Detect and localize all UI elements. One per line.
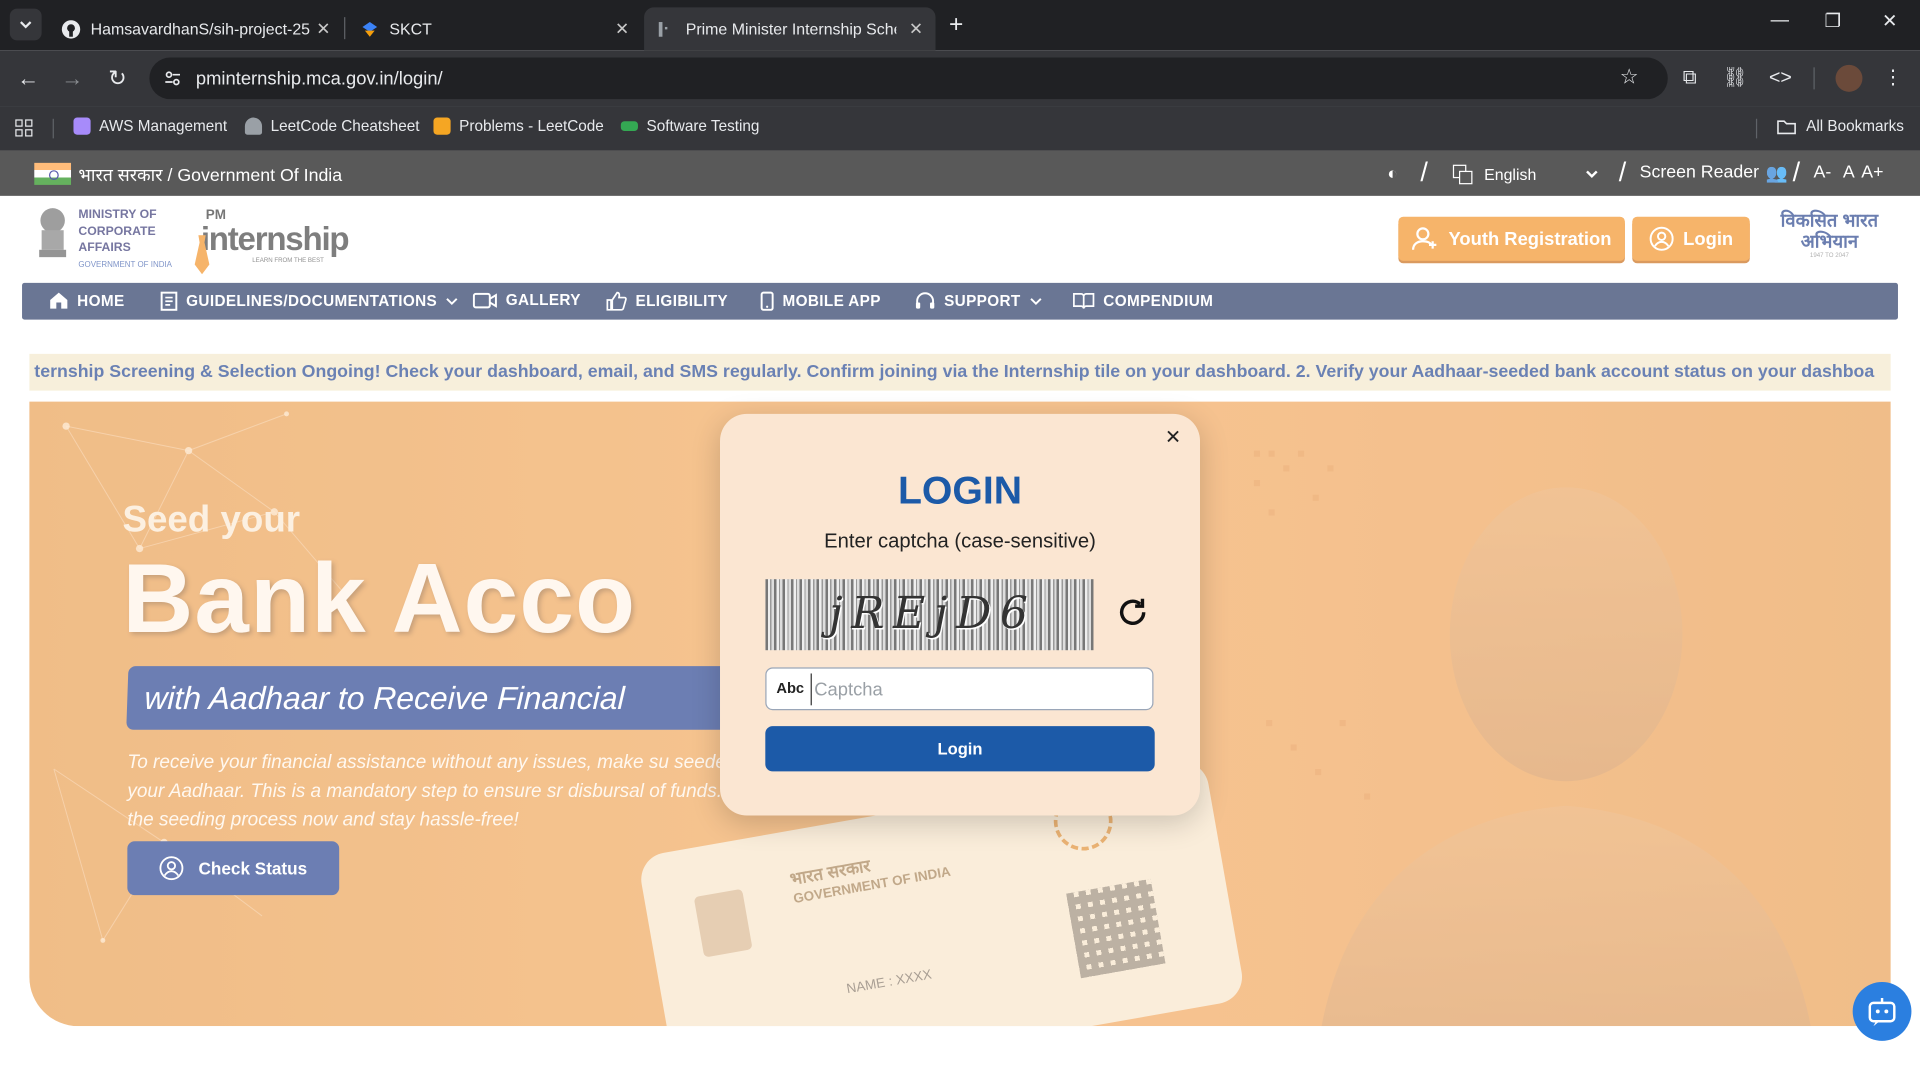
chatbot-button[interactable]: [1852, 982, 1912, 1041]
person-icon: [244, 117, 263, 135]
refresh-captcha-icon[interactable]: [1116, 595, 1150, 629]
more-menu-icon[interactable]: ⋮: [1880, 65, 1907, 92]
all-bookmarks-label: All Bookmarks: [1806, 117, 1904, 135]
restore-icon[interactable]: ❐: [1825, 10, 1841, 32]
tab-title: SKCT: [389, 19, 432, 38]
bookmark-label: AWS Management: [99, 117, 228, 135]
apps-grid-icon[interactable]: [15, 119, 33, 137]
tab-title: HamsavardhanS/sih-project-25: [90, 19, 311, 38]
browser-toolbar: ← → ↻ pminternship.mca.gov.in/login/ ☆ ⧉…: [0, 50, 1920, 107]
captcha-field-prefix: Abc: [776, 679, 805, 697]
chevron-down-icon: [20, 21, 32, 29]
folder-icon: [1777, 119, 1796, 134]
bookmarks-divider: [1755, 118, 1758, 139]
all-bookmarks[interactable]: All Bookmarks: [1777, 118, 1904, 135]
window-close-icon[interactable]: ✕: [1882, 10, 1897, 32]
site-settings-icon[interactable]: [164, 70, 181, 87]
reload-icon[interactable]: ↻: [104, 65, 131, 92]
browser-tab-strip: HamsavardhanS/sih-project-25 ✕ SKCT ✕ Pr…: [0, 0, 1920, 51]
bookmark-star-icon[interactable]: ☆: [1620, 65, 1639, 89]
modal-title: LOGIN: [897, 467, 1023, 512]
new-tab-plus-icon[interactable]: +: [949, 11, 963, 39]
tab-close-icon[interactable]: ✕: [909, 18, 923, 39]
bookmark-leetcode-cheatsheet[interactable]: LeetCode Cheatsheet: [244, 117, 420, 135]
chatbot-icon: [1868, 997, 1896, 1027]
toolbar-divider: [1813, 67, 1815, 90]
code-icon[interactable]: <>: [1767, 65, 1794, 92]
bookmark-label: Software Testing: [646, 117, 760, 135]
bookmark-label: Problems - LeetCode: [459, 117, 604, 135]
bookmark-software-testing[interactable]: Software Testing: [620, 117, 760, 135]
close-icon[interactable]: ✕: [1163, 428, 1183, 449]
login-modal: ✕ LOGIN Enter captcha (case-sensitive) j…: [720, 413, 1201, 816]
tab-skct[interactable]: SKCT ✕: [348, 7, 642, 50]
captcha-image: jREjD6: [765, 579, 1094, 651]
modal-login-label: Login: [937, 739, 983, 758]
tab-github[interactable]: HamsavardhanS/sih-project-25 ✕: [49, 7, 343, 50]
github-icon: [61, 19, 81, 38]
skct-favicon-icon: [362, 21, 378, 37]
infinity-icon: [620, 121, 638, 132]
cube-icon: [73, 117, 91, 135]
modal-login-button[interactable]: Login: [765, 726, 1155, 772]
captcha-input[interactable]: [810, 673, 1142, 706]
captcha-text: jREjD6: [828, 588, 1037, 640]
forward-arrow-icon[interactable]: →: [59, 65, 86, 92]
minimize-icon[interactable]: —: [1771, 10, 1789, 31]
captcha-field: Abc: [765, 667, 1154, 711]
link-icon[interactable]: ⛓: [1722, 65, 1749, 92]
translate-icon[interactable]: ⧉: [1676, 65, 1703, 92]
tab-separator: [344, 17, 346, 40]
bookmark-leetcode-problems[interactable]: Problems - LeetCode: [433, 117, 604, 135]
address-bar[interactable]: pminternship.mca.gov.in/login/ ☆: [149, 57, 1668, 100]
url-text: pminternship.mca.gov.in/login/: [195, 67, 443, 89]
bookmark-aws[interactable]: AWS Management: [73, 117, 228, 135]
bookmarks-bar: AWS Management LeetCode Cheatsheet Probl…: [0, 106, 1920, 151]
bookmark-label: LeetCode Cheatsheet: [270, 117, 420, 135]
tab-close-icon[interactable]: ✕: [615, 18, 629, 39]
tab-pm-internship[interactable]: Prime Minister Internship Schem ✕: [644, 7, 936, 51]
pm-internship-favicon-icon: [658, 21, 668, 37]
back-arrow-icon[interactable]: ←: [15, 65, 42, 92]
tab-close-icon[interactable]: ✕: [316, 18, 330, 39]
tab-search-button[interactable]: [9, 8, 42, 41]
tab-title: Prime Minister Internship Schem: [685, 19, 897, 38]
modal-subtitle: Enter captcha (case-sensitive): [824, 530, 1096, 553]
bookmarks-divider: [52, 118, 54, 139]
profile-avatar[interactable]: [1835, 64, 1863, 92]
leetcode-icon: [433, 117, 451, 135]
